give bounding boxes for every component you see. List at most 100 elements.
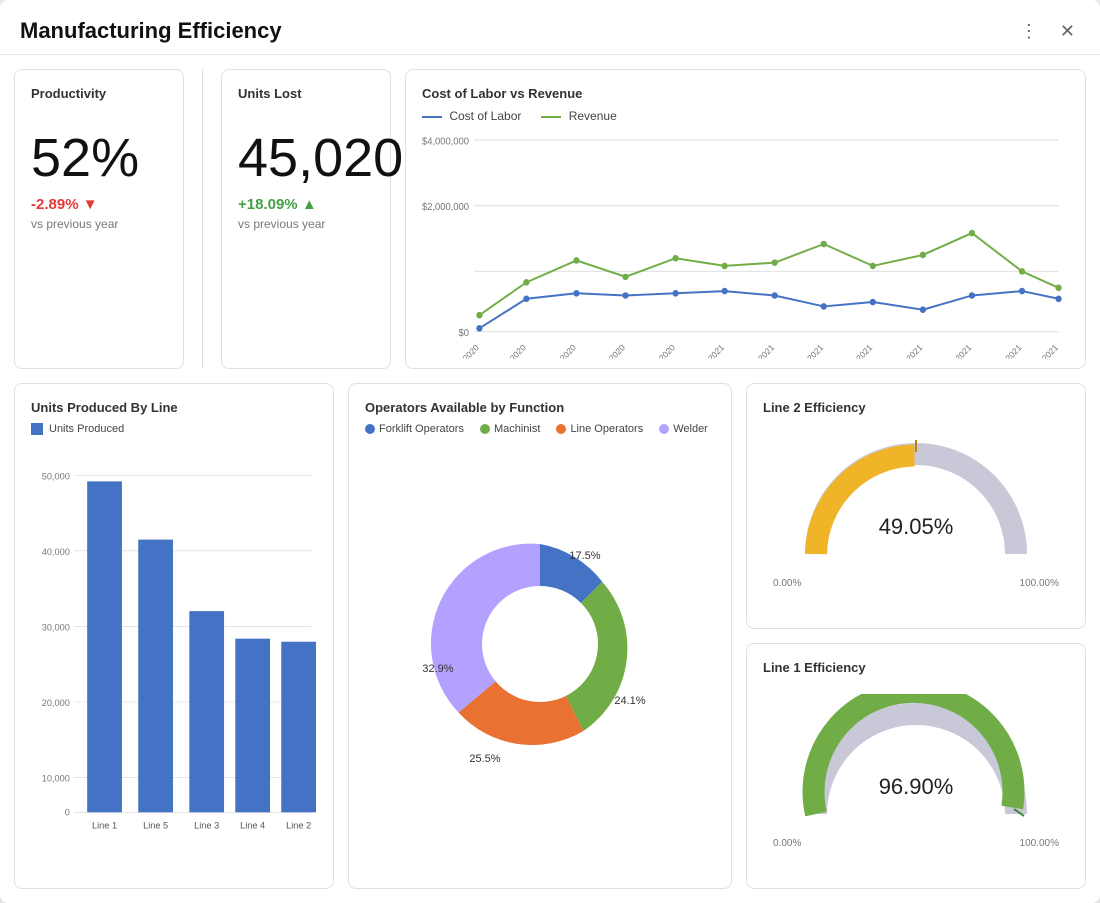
svg-text:Dec-2020: Dec-2020	[644, 342, 677, 359]
bar-chart-card: Units Produced By Line Units Produced 50…	[14, 383, 334, 889]
legend-item-line-operators: Line Operators	[556, 423, 643, 435]
svg-text:$2,000,000: $2,000,000	[422, 202, 469, 213]
close-button[interactable]: ✕	[1055, 19, 1080, 44]
svg-text:Oct-2020: Oct-2020	[547, 342, 578, 359]
svg-text:40,000: 40,000	[42, 547, 70, 557]
svg-text:Apr-2021: Apr-2021	[843, 342, 874, 359]
donut-inner-circle	[482, 586, 598, 702]
bottom-row: Units Produced By Line Units Produced 50…	[14, 383, 1086, 889]
svg-text:$4,000,000: $4,000,000	[422, 136, 469, 147]
units-lost-title: Units Lost	[238, 86, 374, 101]
bar-legend-box	[31, 423, 43, 435]
dashboard: Productivity 52% -2.89% ▼ vs previous ye…	[0, 55, 1100, 903]
gauge1-min-label: 0.00%	[773, 838, 801, 849]
gauge2-svg: 49.05%	[796, 434, 1036, 574]
more-options-button[interactable]: ⋮	[1015, 19, 1043, 44]
svg-text:Jul-2021: Jul-2021	[994, 342, 1024, 359]
down-arrow-icon: ▼	[83, 196, 98, 213]
gauge2-labels: 0.00% 100.00%	[763, 578, 1069, 589]
svg-text:30,000: 30,000	[42, 623, 70, 633]
legend-item-welder: Welder	[659, 423, 708, 435]
machinist-pct-label: 24.1%	[614, 695, 645, 707]
gauge2-card: Line 2 Efficiency 49.05%	[746, 383, 1086, 629]
productivity-subtitle: vs previous year	[31, 217, 167, 231]
cost-of-labor-legend: Cost of Labor	[422, 109, 521, 123]
donut-svg-wrapper: 17.5% 24.1% 25.5% 32.9%	[365, 443, 715, 845]
welder-dot	[659, 424, 669, 434]
units-lost-change: +18.09% ▲	[238, 196, 374, 213]
svg-text:Line 4: Line 4	[240, 821, 265, 831]
gauge1-labels: 0.00% 100.00%	[763, 838, 1069, 849]
productivity-value: 52%	[31, 129, 167, 188]
bar-legend-label: Units Produced	[49, 423, 124, 435]
svg-text:96.90%: 96.90%	[879, 774, 954, 799]
forklift-label: Forklift Operators	[379, 423, 464, 435]
svg-text:10,000: 10,000	[42, 774, 70, 784]
donut-legend: Forklift Operators Machinist Line Operat…	[365, 423, 715, 435]
up-arrow-icon: ▲	[302, 196, 317, 213]
machinist-dot	[480, 424, 490, 434]
donut-svg: 17.5% 24.1% 25.5% 32.9%	[400, 504, 680, 784]
svg-text:Line 1: Line 1	[92, 821, 117, 831]
units-lost-card: Units Lost 45,020 +18.09% ▲ vs previous …	[221, 69, 391, 369]
svg-text:49.05%: 49.05%	[879, 514, 954, 539]
productivity-card: Productivity 52% -2.89% ▼ vs previous ye…	[14, 69, 184, 369]
bar-chart-svg: 50,000 40,000 30,000 20,000 10,000 0	[31, 443, 317, 865]
line-ops-pct-label: 25.5%	[469, 753, 500, 765]
line-operators-label: Line Operators	[570, 423, 643, 435]
svg-text:20,000: 20,000	[42, 698, 70, 708]
svg-text:0: 0	[65, 807, 70, 817]
svg-text:May-2021: May-2021	[891, 342, 924, 359]
donut-chart-title: Operators Available by Function	[365, 400, 715, 415]
svg-text:Line 3: Line 3	[194, 821, 219, 831]
legend-item-forklift: Forklift Operators	[365, 423, 464, 435]
gauge1-card: Line 1 Efficiency 96.90%	[746, 643, 1086, 889]
bar-chart-title: Units Produced By Line	[31, 400, 317, 415]
bar-chart-area: 50,000 40,000 30,000 20,000 10,000 0	[31, 443, 317, 865]
line-chart-legend: Cost of Labor Revenue	[422, 109, 1069, 123]
gauge1-title: Line 1 Efficiency	[763, 660, 1069, 675]
units-lost-value: 45,020	[238, 129, 374, 188]
svg-text:$0: $0	[459, 328, 469, 339]
svg-text:Aug-2020: Aug-2020	[448, 342, 481, 359]
donut-chart-card: Operators Available by Function Forklift…	[348, 383, 732, 889]
welder-pct-label: 32.9%	[422, 663, 453, 675]
top-row: Productivity 52% -2.89% ▼ vs previous ye…	[14, 69, 1086, 369]
gauge2-max-label: 100.00%	[1020, 578, 1059, 589]
svg-text:Mar-2021: Mar-2021	[793, 342, 825, 359]
productivity-change: -2.89% ▼	[31, 196, 167, 213]
units-lost-subtitle: vs previous year	[238, 217, 374, 231]
svg-text:Line 5: Line 5	[143, 821, 168, 831]
svg-text:Aug-2021: Aug-2021	[1027, 342, 1060, 359]
machinist-label: Machinist	[494, 423, 540, 435]
gauge2-min-label: 0.00%	[773, 578, 801, 589]
productivity-title: Productivity	[31, 86, 167, 101]
bar-chart-legend: Units Produced	[31, 423, 317, 435]
gauge1-container: 96.90% 0.00% 100.00%	[763, 683, 1069, 859]
page-title: Manufacturing Efficiency	[20, 18, 282, 44]
gauge1-svg: 96.90%	[796, 694, 1036, 834]
title-bar: Manufacturing Efficiency ⋮ ✕	[0, 0, 1100, 55]
svg-text:Line 2: Line 2	[286, 821, 311, 831]
line-chart-card: Cost of Labor vs Revenue Cost of Labor R…	[405, 69, 1086, 369]
kpi-divider	[202, 69, 203, 369]
gauge2-container: 49.05% 0.00% 100.00%	[763, 423, 1069, 599]
line-operators-dot	[556, 424, 566, 434]
svg-text:Jan-2021: Jan-2021	[695, 342, 727, 359]
gauge2-title: Line 2 Efficiency	[763, 400, 1069, 415]
svg-text:Feb-2021: Feb-2021	[744, 342, 776, 359]
forklift-dot	[365, 424, 375, 434]
welder-label: Welder	[673, 423, 708, 435]
svg-text:Sep-2020: Sep-2020	[495, 342, 528, 359]
svg-text:50,000: 50,000	[42, 471, 70, 481]
line-chart-svg-container: $4,000,000 $2,000,000 $0	[422, 129, 1069, 359]
gauge1-max-label: 100.00%	[1020, 838, 1059, 849]
main-window: Manufacturing Efficiency ⋮ ✕ Productivit…	[0, 0, 1100, 903]
line-chart-title: Cost of Labor vs Revenue	[422, 86, 1069, 101]
svg-text:Jun-2021: Jun-2021	[942, 342, 974, 359]
svg-text:Nov-2020: Nov-2020	[594, 342, 627, 359]
title-bar-actions: ⋮ ✕	[1015, 19, 1080, 44]
revenue-legend: Revenue	[541, 109, 616, 123]
line-chart-svg: $4,000,000 $2,000,000 $0	[422, 129, 1069, 359]
legend-item-machinist: Machinist	[480, 423, 540, 435]
